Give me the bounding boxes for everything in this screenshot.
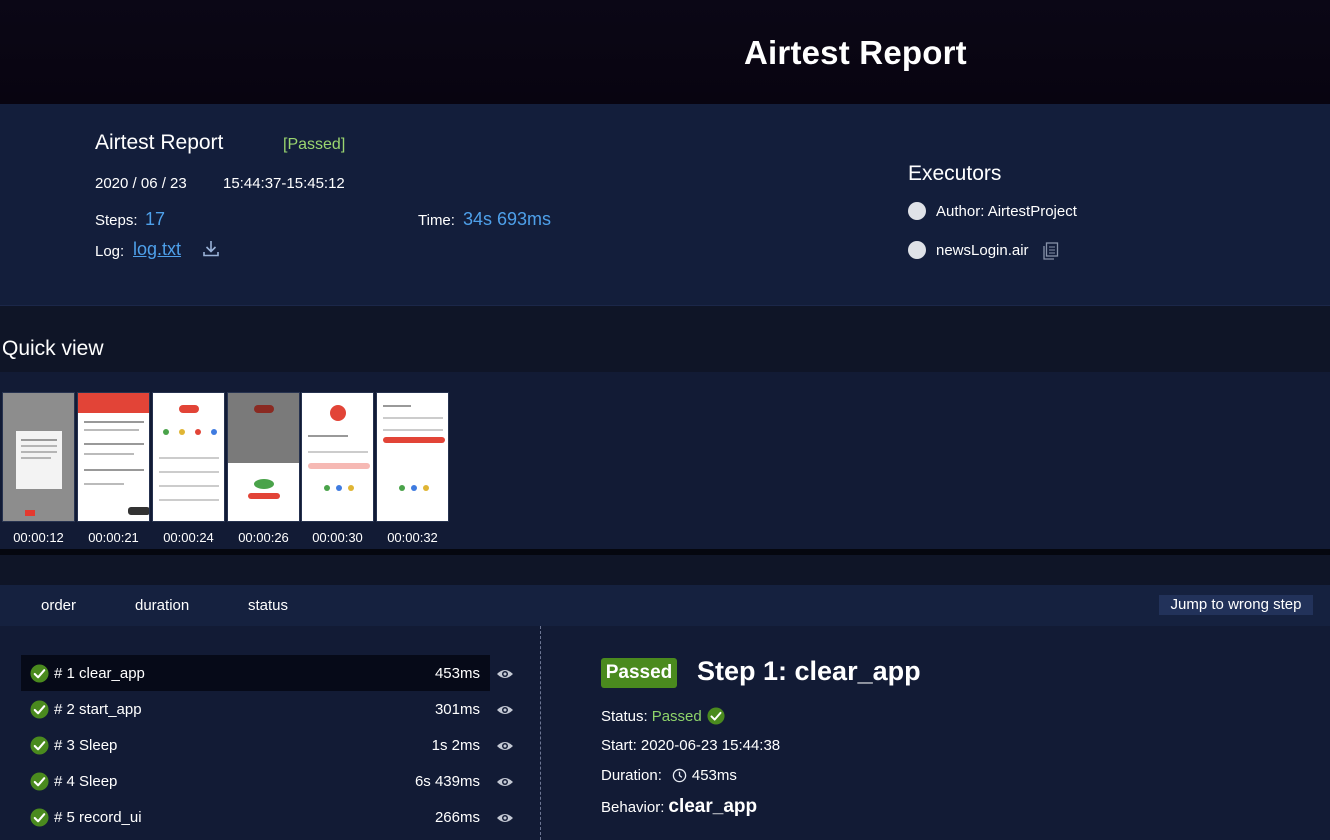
eye-icon[interactable] xyxy=(496,812,514,824)
screenshot-thumbnail[interactable] xyxy=(227,392,300,522)
duration-label: Duration: xyxy=(601,767,662,784)
section-gap xyxy=(0,306,1330,372)
download-icon[interactable] xyxy=(203,240,219,257)
copy-icon[interactable] xyxy=(1042,242,1059,260)
step-duration: 6s 439ms xyxy=(414,772,480,790)
check-icon xyxy=(30,771,49,791)
check-icon xyxy=(30,663,49,683)
quick-view-title: Quick view xyxy=(2,337,104,360)
report-title: Airtest Report xyxy=(95,131,224,154)
step-label: # 5 record_ui xyxy=(54,808,142,826)
step-item[interactable]: # 4 Sleep 6s 439ms xyxy=(21,763,490,799)
detail-behavior: Behavior: clear_app xyxy=(601,796,757,818)
step-label: # 1 clear_app xyxy=(54,664,145,682)
top-bar: Airtest Report xyxy=(0,0,1330,104)
detail-status: Status: Passed xyxy=(601,707,725,725)
thumbnail-time: 00:00:26 xyxy=(238,530,289,545)
bullet-icon xyxy=(908,202,926,220)
sort-status-button[interactable]: status xyxy=(248,597,288,614)
step-item[interactable]: # 2 start_app 301ms xyxy=(21,691,490,727)
screenshot-thumbnail[interactable] xyxy=(376,392,449,522)
bullet-icon xyxy=(908,241,926,259)
check-icon xyxy=(30,807,49,827)
screenshot-thumbnail[interactable] xyxy=(77,392,150,522)
jump-to-wrong-step-button[interactable]: Jump to wrong step xyxy=(1159,595,1313,615)
report-status: [Passed] xyxy=(283,136,346,153)
steps-count: 17 xyxy=(145,209,166,229)
thumbnail-time: 00:00:24 xyxy=(163,530,214,545)
screenshot-thumbnail[interactable] xyxy=(2,392,75,522)
step-label: # 4 Sleep xyxy=(54,772,118,790)
report-time-range: 15:44:37-15:45:12 xyxy=(223,175,345,192)
thumbnail-time: 00:00:21 xyxy=(88,530,139,545)
step-duration: 301ms xyxy=(434,700,480,718)
step-duration: 266ms xyxy=(434,808,480,826)
start-label: Start: xyxy=(601,737,637,754)
step-label: # 3 Sleep xyxy=(54,736,118,754)
eye-icon[interactable] xyxy=(496,668,514,680)
total-time: 34s 693ms xyxy=(463,209,552,229)
thumbnail-time: 00:00:30 xyxy=(312,530,363,545)
eye-icon[interactable] xyxy=(496,776,514,788)
log-link[interactable]: log.txt xyxy=(133,239,181,260)
status-badge: Passed xyxy=(601,658,677,688)
step-item[interactable]: # 5 record_ui 266ms xyxy=(21,799,490,835)
report-date: 2020 / 06 / 23 xyxy=(95,175,187,192)
eye-icon[interactable] xyxy=(496,740,514,752)
thumbnail-time: 00:00:32 xyxy=(387,530,438,545)
clock-icon xyxy=(672,768,687,783)
step-detail-title: Step 1: clear_app xyxy=(697,656,921,686)
screenshot-thumbnail[interactable] xyxy=(301,392,374,522)
executor-script: newsLogin.air xyxy=(908,241,1029,259)
start-value: 2020-06-23 15:44:38 xyxy=(640,737,781,754)
divider xyxy=(540,626,541,840)
step-label: # 2 start_app xyxy=(54,700,142,718)
steps-toolbar xyxy=(0,585,1330,626)
step-item[interactable]: # 3 Sleep 1s 2ms xyxy=(21,727,490,763)
thumbnail-time: 00:00:12 xyxy=(13,530,64,545)
behavior-value: clear_app xyxy=(668,796,758,817)
section-gap xyxy=(0,555,1330,585)
check-icon xyxy=(30,699,49,719)
step-duration: 1s 2ms xyxy=(431,736,480,754)
screenshot-thumbnail[interactable] xyxy=(152,392,225,522)
status-label: Status: xyxy=(601,707,648,725)
check-icon xyxy=(30,735,49,755)
executor-author: Author: AirtestProject xyxy=(908,202,1077,220)
executor-script-label: newsLogin.air xyxy=(936,241,1029,259)
check-icon xyxy=(707,707,725,725)
page-title: Airtest Report xyxy=(744,34,967,71)
eye-icon[interactable] xyxy=(496,704,514,716)
status-value: Passed xyxy=(651,707,702,725)
step-duration: 453ms xyxy=(434,664,480,682)
detail-start: Start: 2020-06-23 15:44:38 xyxy=(601,737,780,754)
time-label: Time: xyxy=(418,212,455,229)
sort-duration-button[interactable]: duration xyxy=(135,597,189,614)
behavior-label: Behavior: xyxy=(601,798,665,816)
log-label: Log: xyxy=(95,243,125,260)
executor-author-label: Author: AirtestProject xyxy=(936,202,1077,220)
detail-duration: Duration: 453ms xyxy=(601,767,737,784)
executors-title: Executors xyxy=(908,162,1002,185)
duration-value: 453ms xyxy=(691,767,737,784)
steps-label: Steps: xyxy=(95,212,138,229)
sort-order-button[interactable]: order xyxy=(41,597,76,614)
step-item[interactable]: # 1 clear_app 453ms xyxy=(21,655,490,691)
